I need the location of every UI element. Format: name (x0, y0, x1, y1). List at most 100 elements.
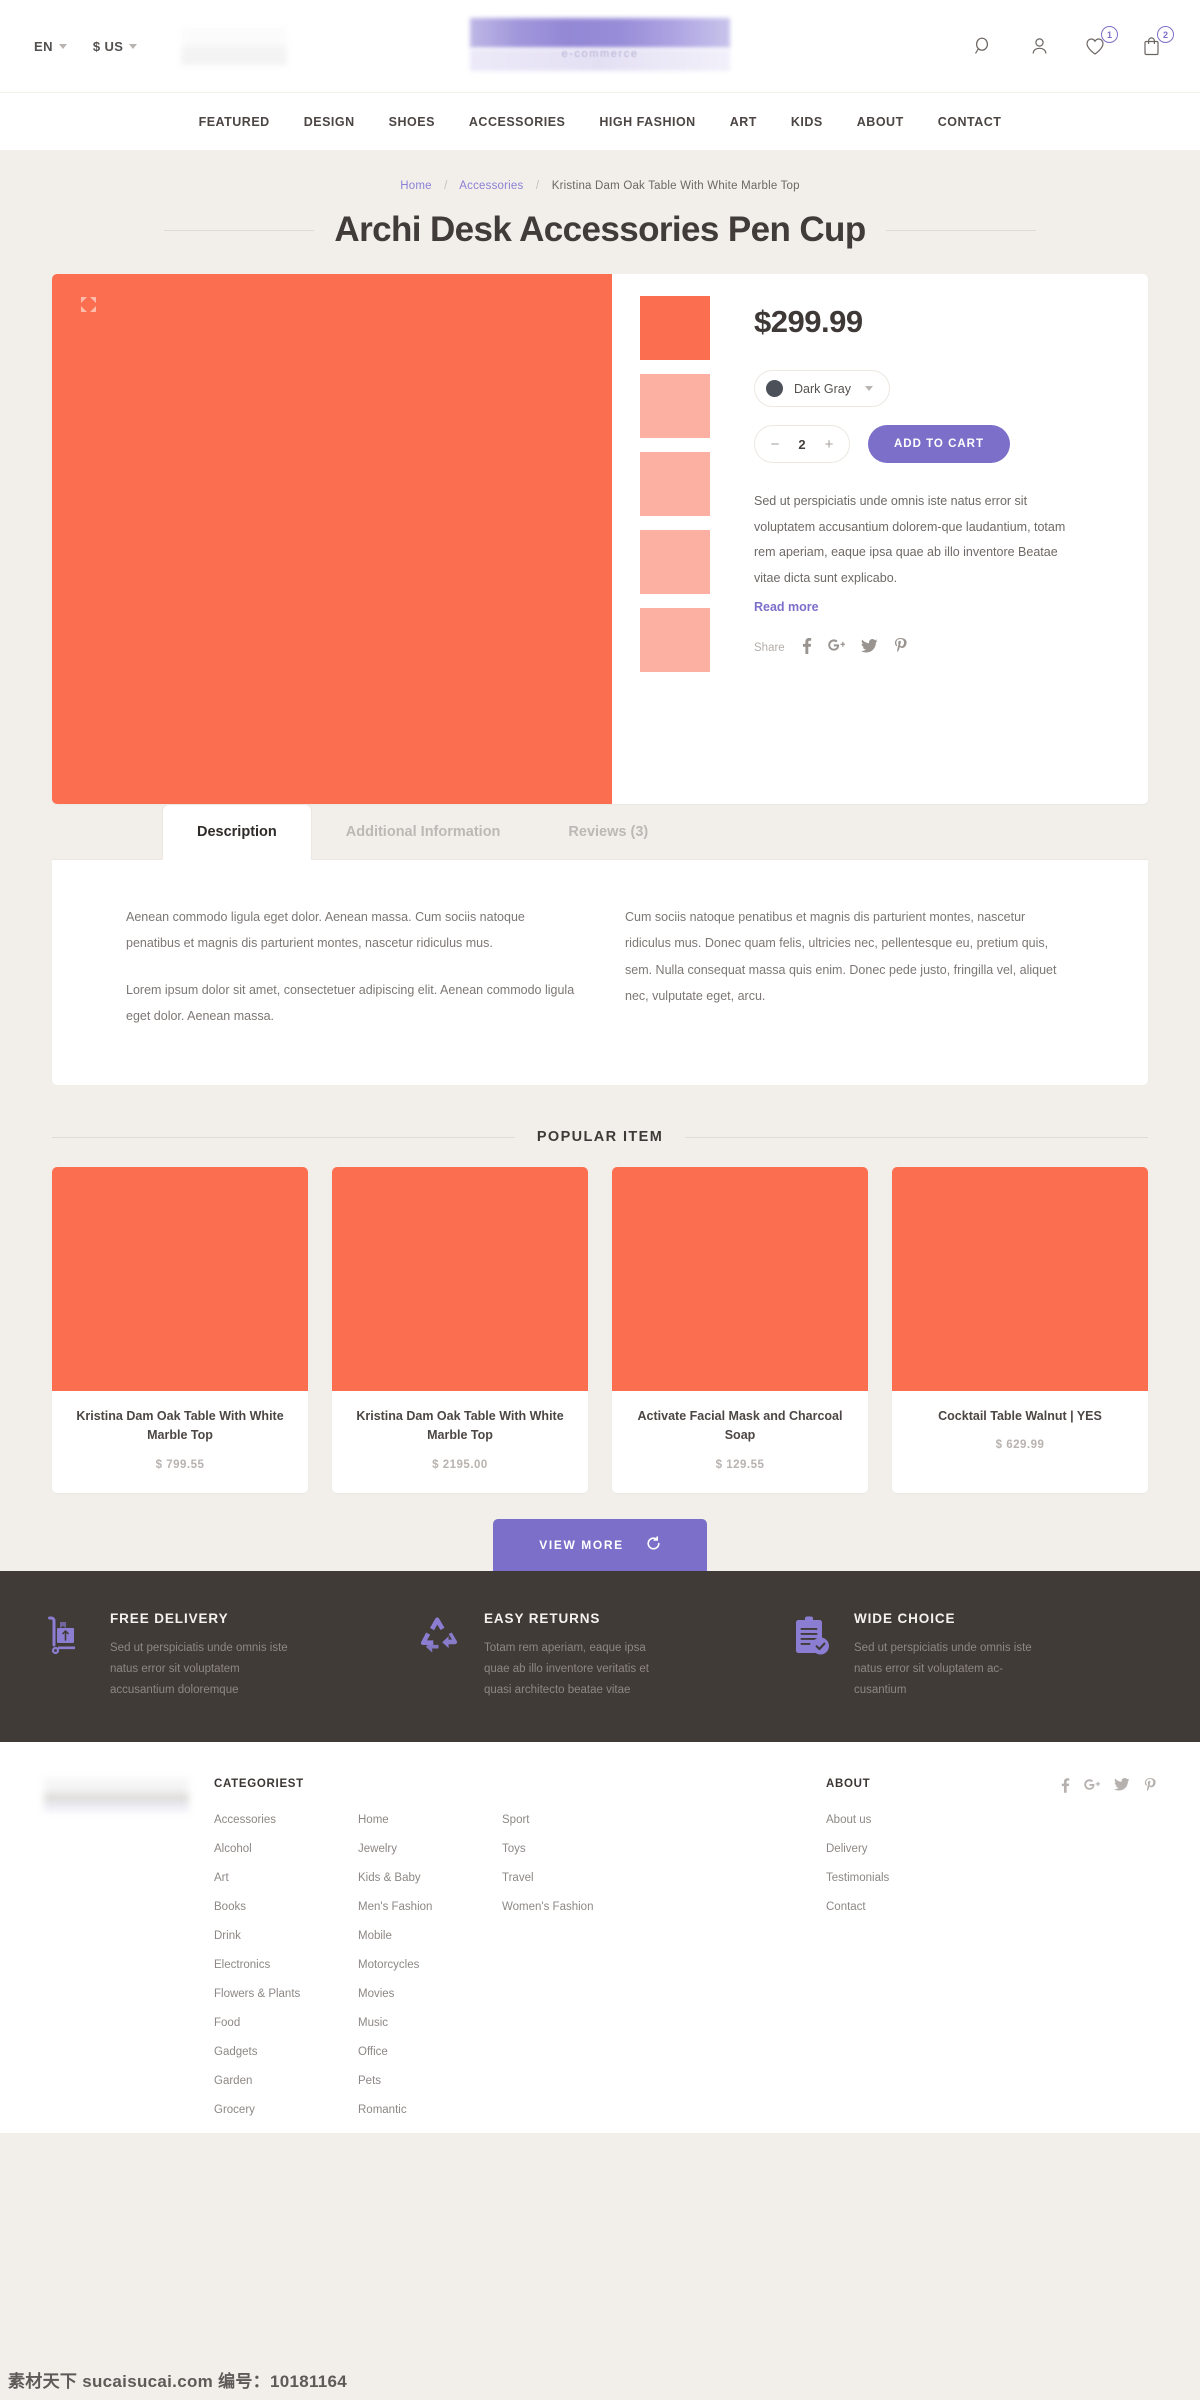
language-selector[interactable]: EN (34, 39, 67, 54)
nav-item-design[interactable]: DESIGN (304, 115, 355, 129)
footer-about: ABOUT About us Delivery Testimonials Con… (826, 1778, 1036, 2133)
product-card[interactable]: Activate Facial Mask and Charcoal Soap $… (612, 1167, 868, 1493)
facebook-icon[interactable] (1060, 1777, 1070, 1798)
pinterest-icon[interactable] (894, 637, 907, 659)
footer-link[interactable]: Gadgets (214, 2046, 358, 2058)
footer-logo[interactable] (44, 1777, 214, 2133)
footer-link[interactable]: Grocery (214, 2104, 358, 2116)
twitter-icon[interactable] (860, 638, 878, 658)
footer-link[interactable]: Motorcycles (358, 1959, 502, 1971)
tab-description[interactable]: Description (162, 804, 312, 860)
currency-selector[interactable]: $ US (93, 39, 138, 54)
popular-heading: POPULAR ITEM (536, 1129, 664, 1145)
footer-link[interactable]: Contact (826, 1901, 970, 1913)
search-icon[interactable] (968, 31, 998, 61)
product-card[interactable]: Kristina Dam Oak Table With White Marble… (52, 1167, 308, 1493)
color-swatch-icon (766, 380, 783, 397)
nav-item-shoes[interactable]: SHOES (389, 115, 435, 129)
product-card-name: Kristina Dam Oak Table With White Marble… (356, 1409, 564, 1443)
user-icon[interactable] (1024, 31, 1054, 61)
nav-item-kids[interactable]: KIDS (791, 115, 823, 129)
footer-link[interactable]: Accessories (214, 1814, 358, 1826)
footer-link[interactable]: Men's Fashion (358, 1901, 502, 1913)
footer-link[interactable]: Travel (502, 1872, 672, 1884)
footer-link[interactable]: Books (214, 1901, 358, 1913)
footer-link[interactable]: Romantic (358, 2104, 502, 2116)
footer-link[interactable]: Kids & Baby (358, 1872, 502, 1884)
wishlist-icon[interactable]: 1 (1080, 26, 1118, 61)
product-card-name: Kristina Dam Oak Table With White Marble… (76, 1409, 284, 1443)
footer-categories: CATEGORIEST Accessories Alcohol Art Book… (214, 1778, 826, 2133)
twitter-icon[interactable] (1114, 1777, 1130, 1796)
footer-link[interactable]: Movies (358, 1988, 502, 2000)
chevron-down-icon (129, 43, 138, 49)
footer-link[interactable]: Alcohol (214, 1843, 358, 1855)
tab-list: Description Additional Information Revie… (52, 804, 1148, 860)
footer-link[interactable]: Food (214, 2017, 358, 2029)
view-more-button[interactable]: VIEW MORE (493, 1518, 707, 1571)
footer-link[interactable]: Testimonials (826, 1872, 970, 1884)
tab-paragraph-2: Lorem ipsum dolor sit amet, consectetuer… (126, 982, 575, 1023)
footer-category-columns: Accessories Alcohol Art Books Drink Elec… (214, 1814, 826, 2133)
feature-title: FREE DELIVERY (110, 1610, 229, 1626)
footer-link[interactable]: Jewelry (358, 1843, 502, 1855)
cart-icon[interactable]: 2 (1136, 26, 1174, 61)
breadcrumb-home[interactable]: Home (400, 180, 431, 192)
breadcrumb-category[interactable]: Accessories (459, 180, 523, 192)
footer-link[interactable]: About us (826, 1814, 970, 1826)
nav-item-art[interactable]: ART (730, 115, 757, 129)
thumbnail-1[interactable] (640, 296, 710, 360)
product-thumbnails (612, 274, 732, 804)
feature-description: Totam rem aperiam, eaque ipsa quae ab il… (484, 1641, 649, 1697)
footer-social-links (1036, 1777, 1156, 2133)
site-logo[interactable]: e-commerce (470, 18, 730, 74)
product-page: EN $ US e-commerce 1 2 FEATURED DESIGN S… (0, 0, 1200, 2400)
thumbnail-3[interactable] (640, 452, 710, 516)
thumbnail-2[interactable] (640, 374, 710, 438)
nav-item-about[interactable]: ABOUT (857, 115, 904, 129)
footer-link[interactable]: Sport (502, 1814, 672, 1826)
product-main-image[interactable] (52, 274, 612, 804)
footer-link[interactable]: Mobile (358, 1930, 502, 1942)
footer-column-3: Sport Toys Travel Women's Fashion (502, 1814, 672, 2133)
feature-wide-choice: WIDE CHOICE Sed ut perspiciatis unde omn… (792, 1611, 1156, 1702)
nav-item-featured[interactable]: FEATURED (199, 115, 270, 129)
google-plus-icon[interactable] (1084, 1778, 1101, 1797)
product-card-body: Cocktail Table Walnut | YES $ 629.99 (892, 1391, 1148, 1473)
quantity-decrement-button[interactable]: − (761, 426, 789, 462)
product-panel: $299.99 Dark Gray − 2 + ADD TO CART Sed … (52, 274, 1148, 804)
footer-link[interactable]: Drink (214, 1930, 358, 1942)
footer-column-1: Accessories Alcohol Art Books Drink Elec… (214, 1814, 358, 2133)
nav-item-contact[interactable]: CONTACT (938, 115, 1002, 129)
footer-link[interactable]: Toys (502, 1843, 672, 1855)
tab-additional-information[interactable]: Additional Information (312, 805, 535, 859)
thumbnail-5[interactable] (640, 608, 710, 672)
expand-icon[interactable] (80, 296, 97, 318)
footer-link[interactable]: Garden (214, 2075, 358, 2087)
color-selector[interactable]: Dark Gray (754, 370, 890, 407)
product-card[interactable]: Cocktail Table Walnut | YES $ 629.99 (892, 1167, 1148, 1493)
footer-link[interactable]: Electronics (214, 1959, 358, 1971)
footer-link[interactable]: Flowers & Plants (214, 1988, 358, 2000)
footer-link[interactable]: Pets (358, 2075, 502, 2087)
product-card[interactable]: Kristina Dam Oak Table With White Marble… (332, 1167, 588, 1493)
facebook-icon[interactable] (801, 637, 812, 659)
add-to-cart-button[interactable]: ADD TO CART (868, 425, 1011, 463)
footer-link[interactable]: Music (358, 2017, 502, 2029)
footer-link[interactable]: Delivery (826, 1843, 970, 1855)
nav-item-accessories[interactable]: ACCESSORIES (469, 115, 566, 129)
thumbnail-4[interactable] (640, 530, 710, 594)
footer-link[interactable]: Art (214, 1872, 358, 1884)
quantity-increment-button[interactable]: + (815, 426, 843, 462)
footer-link[interactable]: Home (358, 1814, 502, 1826)
quantity-stepper[interactable]: − 2 + (754, 425, 850, 463)
watermark: 素材天下 sucaisucai.com 编号：10181164 (8, 2372, 348, 2391)
share-row: Share (754, 637, 1102, 659)
read-more-link[interactable]: Read more (754, 600, 819, 614)
tab-reviews[interactable]: Reviews (3) (534, 805, 682, 859)
footer-link[interactable]: Women's Fashion (502, 1901, 672, 1913)
pinterest-icon[interactable] (1144, 1777, 1156, 1798)
google-plus-icon[interactable] (827, 638, 845, 658)
nav-item-high-fashion[interactable]: HIGH FASHION (599, 115, 695, 129)
footer-link[interactable]: Office (358, 2046, 502, 2058)
